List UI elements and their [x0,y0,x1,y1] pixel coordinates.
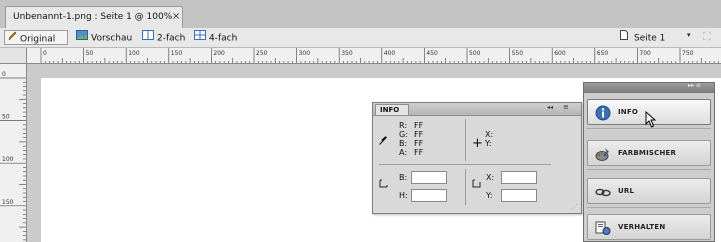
page-icon [620,30,628,46]
dock-separator [587,207,711,208]
ruler-label: 550 [512,50,524,57]
info-divider-middle [379,164,551,165]
info-divider-top [465,119,466,161]
collapse-icon[interactable]: ◂◂ [547,104,553,111]
close-icon[interactable]: × [172,11,180,22]
cursor-y-label: Y: [485,139,492,148]
height-input[interactable] [411,189,447,202]
horizontal-ruler[interactable]: 0 50 100 150 200 250 300 350 400 450 500 550 600 650 7… [27,48,721,64]
ruler-label: 100 [2,156,14,163]
color-mixer-icon [595,146,611,162]
panel-dock: ▸▸ ≡ INFO FARBMISCHER URL VERHALTEN [583,82,715,242]
ruler-label: 150 [171,50,183,57]
vertical-ruler-ticks: 0 50 100 150 [0,71,26,241]
info-panel: INFO ◂◂ ≡ R: FF G: FF B: FF A: FF + X: Y… [372,102,582,214]
ruler-label: 450 [426,50,438,57]
four-up-label: 4-fach [209,33,238,44]
page-select[interactable]: Seite 1 [620,30,665,45]
green-value: FF [414,130,424,139]
document-tab-bar: Unbenannt-1.png : Seite 1 @ 100% × [0,0,721,28]
resize-grip-icon[interactable]: ⋰ [571,203,578,211]
panel-menu-icon[interactable]: ≡ [563,103,569,111]
blue-label: B: [399,139,408,148]
preview-icon [76,30,88,46]
ruler-label: 0 [2,71,6,78]
pencil-icon [8,31,17,47]
red-value: FF [414,121,424,130]
width-label: B: [399,173,408,182]
ruler-corner [0,48,27,64]
red-label: R: [399,121,408,130]
document-tab[interactable]: Unbenannt-1.png : Seite 1 @ 100% × [5,6,183,28]
info-panel-header[interactable]: INFO ◂◂ ≡ [373,103,581,116]
url-link-icon [595,184,611,200]
pos-x-label: X: [486,173,495,182]
disabled-tool-icon: ⛶ [703,30,711,43]
info-icon [595,105,611,121]
ruler-label: 0 [43,50,47,57]
pos-y-input[interactable] [501,189,537,202]
ruler-label: 350 [341,50,353,57]
dock-separator [587,169,711,170]
blue-value: FF [414,139,424,148]
dock-item-color-mixer[interactable]: FARBMISCHER [587,140,711,166]
page-select-label: Seite 1 [634,33,666,44]
ruler-label: 500 [469,50,481,57]
dock-item-color-mixer-label: FARBMISCHER [618,149,677,157]
behaviors-icon [595,220,611,236]
four-up-icon [194,30,206,46]
dock-header[interactable]: ▸▸ ≡ [584,82,714,93]
position-icon [472,179,481,191]
crosshair-icon: + [472,136,483,151]
ruler-label: 50 [2,114,10,121]
cursor-x-label: X: [485,130,494,139]
two-up-label: 2-fach [157,33,186,44]
four-up-view-button[interactable]: 4-fach [194,30,237,45]
ruler-label: 300 [299,50,311,57]
alpha-label: A: [399,148,408,157]
dock-item-url[interactable]: URL [587,178,711,204]
ruler-label: 150 [2,199,14,206]
preview-label: Vorschau [91,33,133,44]
ruler-label: 650 [597,50,609,57]
ruler-label: 700 [639,50,651,57]
mouse-pointer-icon [644,110,658,132]
ruler-label: 50 [86,50,94,57]
size-icon [379,179,388,191]
preview-view-button[interactable]: Vorschau [76,30,132,45]
ruler-label: 100 [128,50,140,57]
document-tab-title: Unbenannt-1.png : Seite 1 @ 100% [13,12,173,22]
height-label: H: [399,191,408,200]
two-up-icon [142,30,154,46]
ruler-label: 400 [384,50,396,57]
ruler-label: 200 [213,50,225,57]
width-input[interactable] [411,171,447,184]
horizontal-ruler-ticks: 0 50 100 150 200 250 300 350 400 450 500 550 600 650 7… [40,48,719,63]
original-label: Original [20,34,56,45]
alpha-value: FF [414,148,424,157]
dock-item-url-label: URL [618,187,635,195]
eyedropper-icon [379,136,387,148]
two-up-view-button[interactable]: 2-fach [142,30,185,45]
ruler-label: 750 [682,50,694,57]
green-label: G: [399,130,408,139]
chevron-down-icon[interactable]: ▾ [687,31,691,39]
info-panel-tab[interactable]: INFO [375,104,409,115]
info-divider-bottom [465,169,466,205]
vertical-ruler[interactable]: 0 50 100 150 [0,64,27,242]
pos-y-label: Y: [486,191,493,200]
dock-item-behaviors-label: VERHALTEN [618,223,666,231]
view-toolbar: Original Vorschau 2-fach 4-fach Seite 1 … [0,28,721,48]
expand-dock-icon[interactable]: ▸▸ ≡ [688,82,701,89]
dock-item-behaviors[interactable]: VERHALTEN [587,214,711,240]
dock-item-info-label: INFO [618,108,638,116]
original-view-button[interactable]: Original [4,30,68,45]
pos-x-input[interactable] [501,171,537,184]
ruler-label: 250 [256,50,268,57]
ruler-label: 600 [554,50,566,57]
